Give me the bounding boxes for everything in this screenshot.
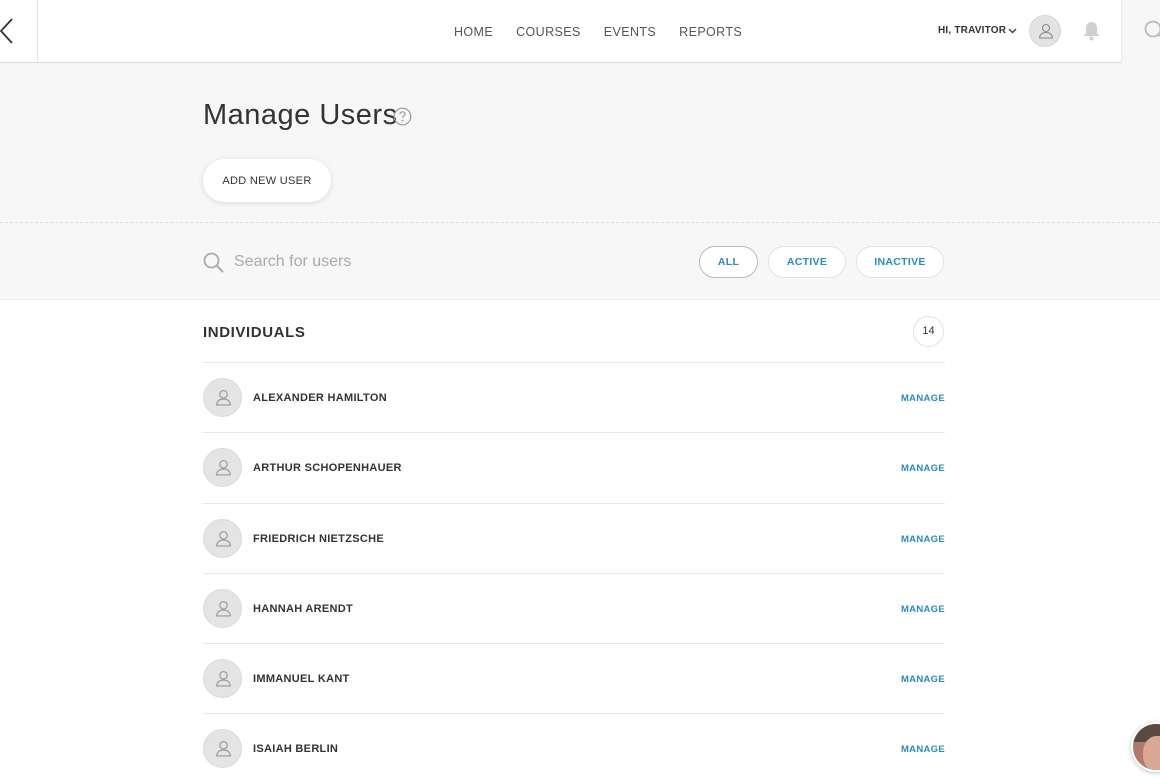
manage-link[interactable]: MANAGE [901, 463, 945, 474]
list-item: ALEXANDER HAMILTON MANAGE [203, 363, 945, 434]
search-icon [203, 252, 224, 273]
filter-active-button[interactable]: ACTIVE [768, 246, 846, 278]
user-icon [215, 460, 232, 476]
user-icon [1038, 23, 1054, 39]
list-item: ISAIAH BERLIN MANAGE [203, 714, 945, 778]
page-title: Manage Users [203, 99, 398, 131]
list-item: HANNAH ARENDT MANAGE [203, 574, 945, 645]
manage-link[interactable]: MANAGE [901, 604, 945, 615]
user-count-badge: 14 [913, 316, 944, 347]
avatar [203, 588, 242, 628]
filter-all-button[interactable]: ALL [699, 246, 758, 278]
user-name: ALEXANDER HAMILTON [253, 392, 387, 404]
manage-link[interactable]: MANAGE [901, 744, 945, 755]
avatar-face [1143, 736, 1160, 770]
search-users-input[interactable] [234, 249, 534, 275]
user-name: HANNAH ARENDT [253, 602, 354, 615]
chevron-down-icon[interactable] [1008, 26, 1017, 35]
user-avatar[interactable] [1029, 15, 1061, 47]
filter-inactive-button[interactable]: INACTIVE [856, 246, 944, 278]
user-name: ISAIAH BERLIN [253, 743, 339, 756]
user-icon [215, 390, 232, 406]
manage-link[interactable]: MANAGE [901, 534, 945, 545]
filter-bar: ALL ACTIVE INACTIVE [0, 223, 1160, 300]
nav-home[interactable]: HOME [454, 25, 493, 39]
avatar [203, 378, 242, 417]
top-navigation-bar: HOME COURSES EVENTS REPORTS HI, TRAVITOR [0, 0, 1160, 63]
nav-events[interactable]: EVENTS [604, 25, 656, 39]
user-icon [215, 600, 232, 617]
support-chat-avatar[interactable] [1131, 722, 1160, 772]
user-greeting[interactable]: HI, TRAVITOR [938, 25, 1006, 36]
nav-reports[interactable]: REPORTS [679, 25, 742, 39]
search-icon [1144, 20, 1160, 38]
help-icon[interactable] [393, 107, 412, 126]
user-name: FRIEDRICH NIETZSCHE [253, 532, 384, 545]
page-header: Manage Users ADD NEW USER [0, 63, 1160, 223]
nav-courses[interactable]: COURSES [516, 25, 581, 39]
user-icon [215, 671, 232, 687]
user-list: ALEXANDER HAMILTON MANAGE ARTHUR SCHOPEN… [203, 363, 945, 778]
main-nav: HOME COURSES EVENTS REPORTS [454, 0, 765, 63]
list-item: FRIEDRICH NIETZSCHE MANAGE [203, 504, 945, 574]
avatar [203, 518, 242, 558]
user-icon [215, 530, 232, 547]
user-icon [215, 741, 232, 758]
list-item: ARTHUR SCHOPENHAUER MANAGE [203, 433, 945, 504]
avatar [203, 659, 242, 699]
individuals-header: INDIVIDUALS 14 [203, 300, 945, 363]
avatar [203, 448, 242, 488]
user-name: ARTHUR SCHOPENHAUER [253, 462, 402, 475]
list-title: INDIVIDUALS [203, 324, 306, 341]
bell-icon[interactable] [1082, 21, 1101, 41]
add-new-user-button[interactable]: ADD NEW USER [203, 159, 331, 202]
back-button[interactable] [0, 0, 38, 63]
global-search-button[interactable] [1121, 0, 1160, 63]
back-arrow-icon [0, 18, 13, 44]
manage-link[interactable]: MANAGE [901, 393, 945, 404]
user-name: IMMANUEL KANT [253, 673, 350, 686]
list-item: IMMANUEL KANT MANAGE [203, 644, 945, 715]
manage-link[interactable]: MANAGE [901, 674, 945, 685]
avatar [203, 729, 242, 769]
